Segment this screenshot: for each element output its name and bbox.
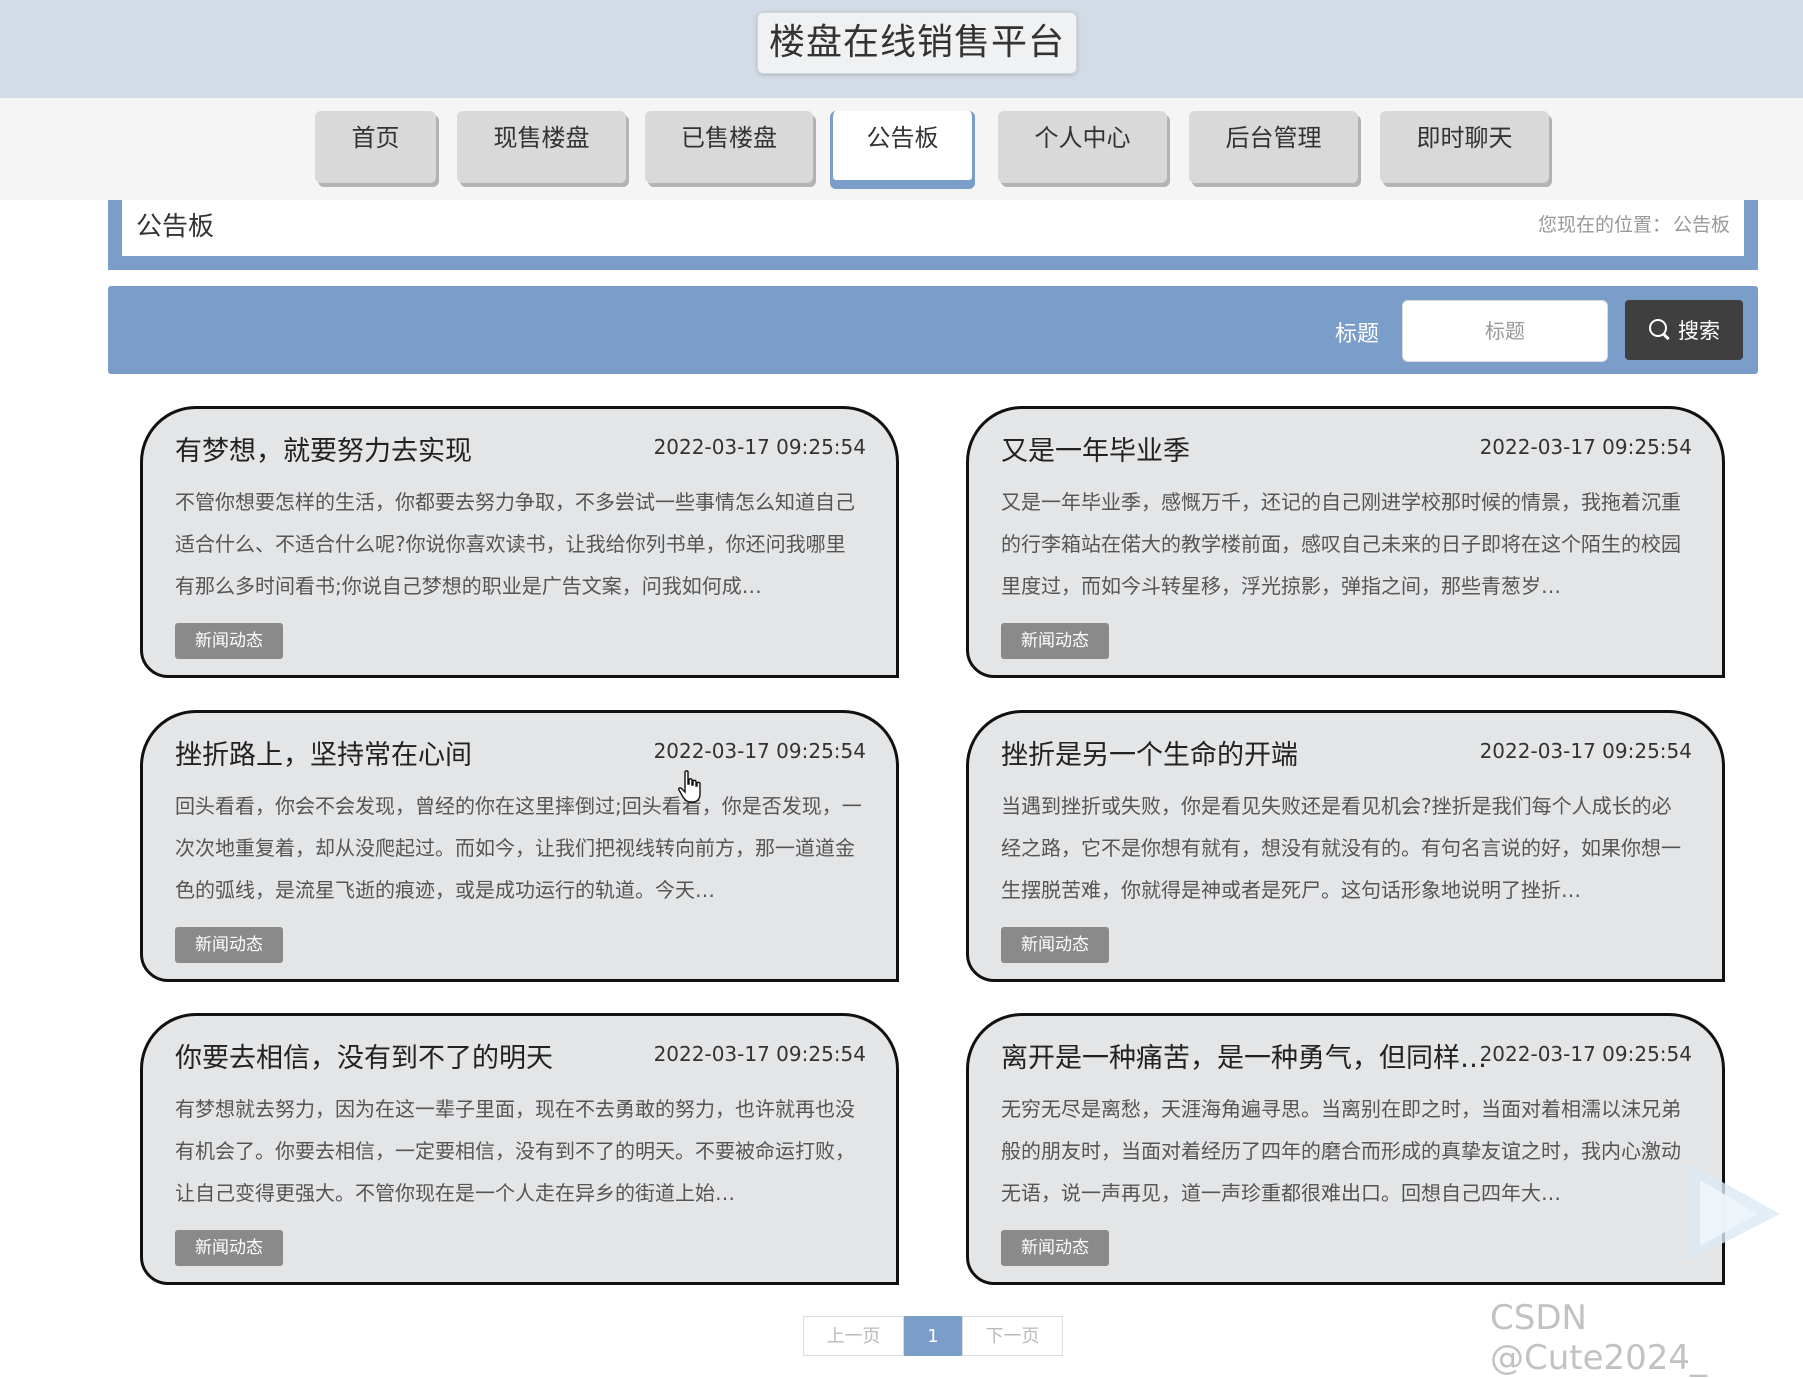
card-tag[interactable]: 新闻动态 bbox=[1001, 623, 1109, 659]
search-label: 标题 bbox=[1335, 322, 1380, 347]
nav-item-profile[interactable]: 个人中心 bbox=[998, 111, 1167, 183]
watermark: CSDN @Cute2024_ bbox=[1490, 1298, 1708, 1378]
next-page-button[interactable]: 下一页 bbox=[962, 1316, 1063, 1356]
card-tag[interactable]: 新闻动态 bbox=[1001, 927, 1109, 963]
prev-page-button[interactable]: 上一页 bbox=[803, 1316, 904, 1356]
card-tag[interactable]: 新闻动态 bbox=[175, 1230, 283, 1266]
card-date: 2022-03-17 09:25:54 bbox=[653, 739, 866, 763]
nav-item-bulletin[interactable]: 公告板 bbox=[830, 111, 975, 183]
nav-item-home[interactable]: 首页 bbox=[315, 111, 436, 183]
card-title[interactable]: 挫折路上，坚持常在心间 bbox=[175, 733, 695, 772]
card-date: 2022-03-17 09:25:54 bbox=[1479, 435, 1692, 459]
page-title: 公告板 bbox=[136, 212, 215, 242]
pagination: 上一页 1 下一页 bbox=[803, 1316, 1063, 1356]
card-date: 2022-03-17 09:25:54 bbox=[1479, 739, 1692, 763]
card-tag[interactable]: 新闻动态 bbox=[1001, 1230, 1109, 1266]
card-tag[interactable]: 新闻动态 bbox=[175, 623, 283, 659]
card-tag[interactable]: 新闻动态 bbox=[175, 927, 283, 963]
notice-card[interactable]: 你要去相信，没有到不了的明天 2022-03-17 09:25:54 有梦想就去… bbox=[140, 1013, 899, 1285]
card-summary: 又是一年毕业季，感慨万千，还记的自己刚进学校那时候的情景，我拖着沉重的行李箱站在… bbox=[1001, 490, 1681, 598]
location-current: 公告板 bbox=[1672, 214, 1730, 236]
pointer-cursor-icon bbox=[678, 770, 701, 803]
nav-item-on-sale[interactable]: 现售楼盘 bbox=[457, 111, 626, 183]
notice-card[interactable]: 挫折是另一个生命的开端 2022-03-17 09:25:54 当遇到挫折或失败… bbox=[966, 710, 1725, 982]
location-prefix: 您现在的位置： bbox=[1537, 214, 1671, 236]
card-title[interactable]: 又是一年毕业季 bbox=[1001, 429, 1521, 468]
card-summary: 回头看看，你会不会发现，曾经的你在这里摔倒过;回头看看，你是否发现，一次次地重复… bbox=[175, 794, 862, 902]
breadcrumb: 公告板 您现在的位置： 公告板 bbox=[122, 200, 1744, 256]
play-icon bbox=[1686, 1162, 1780, 1262]
nav-item-chat[interactable]: 即时聊天 bbox=[1380, 111, 1549, 183]
nav-item-sold[interactable]: 已售楼盘 bbox=[645, 111, 813, 183]
card-title[interactable]: 离开是一种痛苦，是一种勇气，但同样… bbox=[1001, 1036, 1521, 1075]
search-button-label: 搜索 bbox=[1678, 319, 1720, 343]
card-date: 2022-03-17 09:25:54 bbox=[653, 435, 866, 459]
notice-card[interactable]: 有梦想，就要努力去实现 2022-03-17 09:25:54 不管你想要怎样的… bbox=[140, 406, 899, 678]
card-summary: 不管你想要怎样的生活，你都要去努力争取，不多尝试一些事情怎么知道自己适合什么、不… bbox=[175, 490, 855, 598]
card-date: 2022-03-17 09:25:54 bbox=[1479, 1042, 1692, 1066]
nav-item-admin[interactable]: 后台管理 bbox=[1189, 111, 1358, 183]
card-title[interactable]: 有梦想，就要努力去实现 bbox=[175, 429, 695, 468]
search-input[interactable] bbox=[1402, 300, 1608, 362]
card-title[interactable]: 你要去相信，没有到不了的明天 bbox=[175, 1036, 695, 1075]
card-summary: 当遇到挫折或失败，你是看见失败还是看见机会?挫折是我们每个人成长的必经之路，它不… bbox=[1001, 794, 1681, 902]
location-text: 您现在的位置： 公告板 bbox=[1536, 210, 1730, 237]
search-icon bbox=[1648, 318, 1672, 342]
current-page-button[interactable]: 1 bbox=[904, 1316, 962, 1356]
site-header: 楼盘在线销售平台 bbox=[0, 0, 1803, 98]
search-bar: 标题 搜索 bbox=[108, 286, 1758, 374]
search-button[interactable]: 搜索 bbox=[1625, 300, 1743, 360]
card-date: 2022-03-17 09:25:54 bbox=[653, 1042, 866, 1066]
site-title: 楼盘在线销售平台 bbox=[757, 12, 1077, 74]
card-title[interactable]: 挫折是另一个生命的开端 bbox=[1001, 733, 1521, 772]
notice-card[interactable]: 挫折路上，坚持常在心间 2022-03-17 09:25:54 回头看看，你会不… bbox=[140, 710, 899, 982]
breadcrumb-panel: 公告板 您现在的位置： 公告板 bbox=[108, 200, 1758, 270]
card-summary: 无穷无尽是离愁，天涯海角遍寻思。当离别在即之时，当面对着相濡以沫兄弟般的朋友时，… bbox=[1001, 1097, 1681, 1205]
notice-card[interactable]: 又是一年毕业季 2022-03-17 09:25:54 又是一年毕业季，感慨万千… bbox=[966, 406, 1725, 678]
card-summary: 有梦想就去努力，因为在这一辈子里面，现在不去勇敢的努力，也许就再也没有机会了。你… bbox=[175, 1097, 855, 1205]
main-nav: 首页 现售楼盘 已售楼盘 公告板 个人中心 后台管理 即时聊天 bbox=[0, 98, 1803, 200]
notice-card[interactable]: 离开是一种痛苦，是一种勇气，但同样… 2022-03-17 09:25:54 无… bbox=[966, 1013, 1725, 1285]
